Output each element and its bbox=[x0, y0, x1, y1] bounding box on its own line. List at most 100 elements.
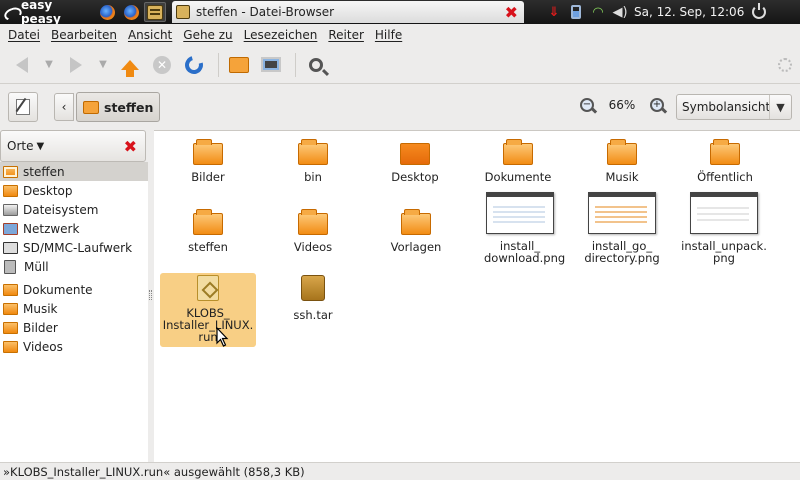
sidebar-item-muell[interactable]: Müll bbox=[0, 257, 148, 276]
back-history-button[interactable]: ▼ bbox=[40, 51, 58, 79]
sidebar-resize-handle[interactable] bbox=[149, 290, 152, 300]
file-item-install-download[interactable]: install_ download.png bbox=[472, 192, 568, 264]
file-item-videos[interactable]: Videos bbox=[265, 209, 361, 253]
file-manager-launcher[interactable] bbox=[144, 2, 166, 22]
sidebar-item-steffen[interactable]: steffen bbox=[0, 162, 148, 181]
sidebar-type-select[interactable]: Orte ▼ ✖ bbox=[0, 130, 146, 162]
folder-icon bbox=[710, 139, 740, 165]
folder-icon bbox=[3, 302, 18, 315]
menu-lesezeichen[interactable]: Lesezeichen bbox=[240, 28, 322, 42]
sidebar-item-label: steffen bbox=[23, 164, 65, 179]
sidebar-item-videos[interactable]: Videos bbox=[0, 337, 148, 356]
firefox-icon bbox=[99, 4, 115, 20]
file-item-ssh-tar[interactable]: ssh.tar bbox=[265, 275, 361, 321]
zoom-level[interactable]: 66% bbox=[594, 98, 650, 112]
menu-gehe-zu[interactable]: Gehe zu bbox=[179, 28, 236, 42]
chevron-down-icon: ▼ bbox=[36, 140, 45, 152]
toolbar-separator bbox=[295, 52, 296, 77]
menu-launcher[interactable]: easy peasy bbox=[0, 0, 96, 26]
file-icon-view[interactable]: Bilder bin Desktop Dokumente Musik Öffen… bbox=[154, 130, 800, 462]
up-arrow-icon bbox=[121, 59, 139, 77]
drive-icon bbox=[3, 203, 18, 216]
image-thumbnail bbox=[690, 192, 758, 234]
zoom-in-icon[interactable]: + bbox=[650, 98, 664, 112]
top-panel: easy peasy steffen - Datei-Browser ✖ ⇓ ◠… bbox=[0, 0, 800, 26]
sidebar-item-label: Bilder bbox=[23, 320, 58, 335]
breadcrumb-current[interactable]: steffen bbox=[76, 92, 161, 122]
menu-ansicht[interactable]: Ansicht bbox=[124, 28, 176, 42]
sidebar-item-dokumente[interactable]: Dokumente bbox=[0, 280, 148, 299]
update-notifier-icon[interactable]: ⇓ bbox=[546, 4, 562, 20]
zoom-controls: − 66% + bbox=[580, 98, 664, 112]
firefox-alt-launcher[interactable] bbox=[120, 2, 142, 22]
forward-button[interactable] bbox=[62, 51, 90, 79]
file-name: Dokumente bbox=[484, 170, 552, 184]
reload-button[interactable] bbox=[180, 51, 208, 79]
file-item-klobs-installer[interactable]: KLOBS_ Installer_LINUX. run bbox=[160, 273, 256, 347]
sidebar-item-bilder[interactable]: Bilder bbox=[0, 318, 148, 337]
file-item-install-go-directory[interactable]: install_go_ directory.png bbox=[574, 192, 670, 264]
forward-history-button[interactable]: ▼ bbox=[94, 51, 112, 79]
toolbar: ▼ ▼ ✕ bbox=[0, 46, 800, 84]
search-icon bbox=[309, 57, 323, 72]
executable-file-icon bbox=[197, 275, 219, 301]
sidebar-item-netzwerk[interactable]: Netzwerk bbox=[0, 219, 148, 238]
file-item-install-unpack[interactable]: install_unpack. png bbox=[676, 192, 772, 264]
breadcrumb-scroll-left[interactable]: ‹ bbox=[54, 93, 74, 121]
folder-icon bbox=[3, 340, 18, 353]
status-bar: »KLOBS_Installer_LINUX.run« ausgewählt (… bbox=[0, 462, 800, 480]
location-bar: ‹ steffen − 66% + Symbolansicht ▼ bbox=[0, 84, 800, 130]
easy-peasy-logo-icon bbox=[4, 5, 18, 19]
home-button[interactable] bbox=[225, 51, 253, 79]
sidebar-item-label: Dokumente bbox=[23, 282, 93, 297]
file-item-bilder[interactable]: Bilder bbox=[160, 139, 256, 184]
search-button[interactable] bbox=[302, 51, 330, 79]
computer-button[interactable] bbox=[257, 51, 285, 79]
zoom-out-icon[interactable]: − bbox=[580, 98, 594, 112]
view-mode-select[interactable]: Symbolansicht ▼ bbox=[676, 94, 792, 120]
home-folder-icon bbox=[229, 56, 249, 73]
sidebar-item-dateisystem[interactable]: Dateisystem bbox=[0, 200, 148, 219]
trash-icon bbox=[4, 259, 16, 274]
close-sidebar-icon[interactable]: ✖ bbox=[124, 137, 137, 156]
power-icon[interactable] bbox=[752, 3, 767, 19]
file-item-desktop[interactable]: Desktop bbox=[367, 141, 463, 183]
clock[interactable]: Sa, 12. Sep, 12:06 bbox=[634, 5, 744, 19]
file-name: Öffentlich bbox=[697, 170, 753, 184]
firefox-launcher[interactable] bbox=[96, 2, 118, 22]
toolbar-separator bbox=[218, 52, 219, 77]
up-button[interactable] bbox=[116, 51, 144, 79]
sidebar-item-desktop[interactable]: Desktop bbox=[0, 181, 148, 200]
folder-icon bbox=[193, 209, 223, 235]
file-item-vorlagen[interactable]: Vorlagen bbox=[368, 209, 464, 253]
battery-icon[interactable] bbox=[568, 4, 584, 20]
file-item-dokumente[interactable]: Dokumente bbox=[470, 139, 566, 184]
taskbar-window-button[interactable]: steffen - Datei-Browser ✖ bbox=[172, 1, 524, 23]
volume-icon[interactable]: ◀) bbox=[612, 4, 628, 20]
sidebar-item-musik[interactable]: Musik bbox=[0, 299, 148, 318]
system-tray: ⇓ ◠ ◀) bbox=[546, 4, 628, 20]
file-name: install_ download.png bbox=[484, 239, 566, 265]
toggle-location-entry-button[interactable] bbox=[8, 92, 38, 122]
file-item-oeffentlich[interactable]: Öffentlich bbox=[677, 139, 773, 184]
sidebar-item-sd-mmc[interactable]: SD/MMC-Laufwerk bbox=[0, 238, 148, 257]
stop-button[interactable]: ✕ bbox=[148, 51, 176, 79]
file-item-musik[interactable]: Musik bbox=[574, 139, 670, 183]
file-name: install_go_ directory.png bbox=[584, 239, 660, 265]
folder-icon bbox=[401, 209, 431, 235]
menu-datei[interactable]: Datei bbox=[4, 28, 44, 42]
file-item-bin[interactable]: bin bbox=[265, 139, 361, 183]
menu-hilfe[interactable]: Hilfe bbox=[371, 28, 406, 42]
file-item-steffen[interactable]: steffen bbox=[160, 209, 256, 253]
file-name: ssh.tar bbox=[293, 308, 333, 322]
view-mode-value: Symbolansicht bbox=[682, 100, 771, 114]
places-list: steffen Desktop Dateisystem Netzwerk SD/… bbox=[0, 162, 148, 462]
folder-icon bbox=[298, 139, 328, 165]
menu-reiter[interactable]: Reiter bbox=[324, 28, 368, 42]
back-button[interactable] bbox=[8, 51, 36, 79]
wifi-icon[interactable]: ◠ bbox=[590, 4, 606, 20]
menu-bearbeiten[interactable]: Bearbeiten bbox=[47, 28, 121, 42]
folder-icon bbox=[3, 184, 18, 197]
close-window-icon[interactable]: ✖ bbox=[505, 3, 518, 22]
file-name: Bilder bbox=[191, 170, 225, 184]
